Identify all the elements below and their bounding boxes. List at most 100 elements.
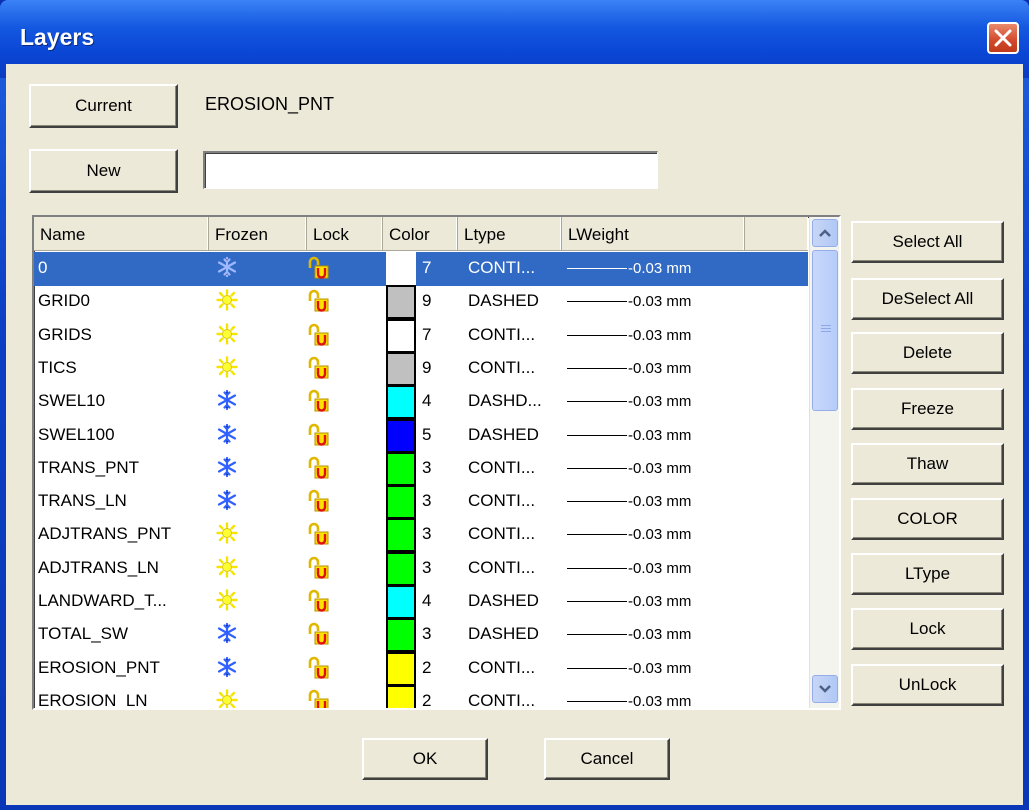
lock-toggle[interactable]: [306, 355, 332, 386]
frozen-toggle[interactable]: [216, 256, 238, 283]
layer-color-swatch[interactable]: [386, 318, 416, 353]
vertical-scrollbar[interactable]: [809, 217, 839, 708]
layer-lineweight[interactable]: -0.03 mm: [628, 293, 691, 310]
layer-linetype[interactable]: DASHED: [468, 425, 539, 445]
scroll-up-button[interactable]: [812, 219, 838, 247]
layer-linetype[interactable]: DASHED: [468, 624, 539, 644]
ltype-button[interactable]: LType: [851, 553, 1004, 595]
color-button[interactable]: COLOR: [851, 498, 1004, 540]
lock-toggle[interactable]: [306, 455, 332, 486]
layer-color-swatch[interactable]: [386, 684, 416, 708]
layer-linetype[interactable]: DASHD...: [468, 391, 542, 411]
layer-row[interactable]: 0 7 CONTI... -0.03 mm: [34, 252, 808, 286]
layer-linetype[interactable]: CONTI...: [468, 691, 535, 708]
lock-toggle[interactable]: [306, 388, 332, 419]
layer-lineweight[interactable]: -0.03 mm: [628, 327, 691, 344]
column-header-name[interactable]: Name: [34, 217, 209, 250]
frozen-toggle[interactable]: [216, 689, 238, 708]
frozen-toggle[interactable]: [216, 489, 238, 516]
frozen-toggle[interactable]: [216, 555, 238, 583]
frozen-toggle[interactable]: [216, 289, 238, 316]
layer-row[interactable]: ADJTRANS_LN 3 CONTI... -0.03 mm: [34, 551, 808, 586]
lock-toggle[interactable]: [306, 521, 332, 552]
layer-row[interactable]: SWEL100 5 DASHED -0.03 mm: [34, 418, 808, 453]
layer-linetype[interactable]: CONTI...: [468, 358, 535, 378]
frozen-toggle[interactable]: [216, 589, 238, 616]
layer-linetype[interactable]: CONTI...: [468, 325, 535, 345]
layer-lineweight[interactable]: -0.03 mm: [628, 660, 691, 677]
current-button[interactable]: Current: [29, 84, 178, 128]
layer-color-swatch[interactable]: [386, 252, 416, 286]
layer-lineweight[interactable]: -0.03 mm: [628, 560, 691, 577]
frozen-toggle[interactable]: [216, 389, 238, 416]
lock-toggle[interactable]: [306, 288, 332, 319]
layer-color-swatch[interactable]: [386, 385, 416, 420]
layer-row[interactable]: TRANS_LN 3 CONTI... -0.03 mm: [34, 485, 808, 520]
frozen-toggle[interactable]: [216, 656, 238, 683]
thaw-button[interactable]: Thaw: [851, 443, 1004, 485]
delete-button[interactable]: Delete: [851, 332, 1004, 374]
layer-row[interactable]: LANDWARD_T... 4 DASHED -0.03 mm: [34, 585, 808, 619]
layer-lineweight[interactable]: -0.03 mm: [628, 427, 691, 444]
layer-color-swatch[interactable]: [386, 285, 416, 320]
layer-row[interactable]: SWEL10 4 DASHD... -0.03 mm: [34, 385, 808, 420]
layer-linetype[interactable]: CONTI...: [468, 658, 535, 678]
scroll-thumb[interactable]: [812, 250, 838, 411]
frozen-toggle[interactable]: [216, 356, 238, 383]
layer-row[interactable]: TRANS_PNT 3 CONTI... -0.03 mm: [34, 451, 808, 486]
column-header-ltype[interactable]: Ltype: [458, 217, 562, 250]
layer-row[interactable]: TOTAL_SW 3 DASHED -0.03 mm: [34, 618, 808, 653]
layer-lineweight[interactable]: -0.03 mm: [628, 626, 691, 643]
layer-linetype[interactable]: CONTI...: [468, 558, 535, 578]
lock-toggle[interactable]: [306, 322, 332, 353]
unlock-button[interactable]: UnLock: [851, 664, 1004, 706]
new-layer-input[interactable]: [203, 151, 658, 189]
lock-toggle[interactable]: [306, 588, 332, 619]
column-header-lweight[interactable]: LWeight: [562, 217, 745, 250]
layer-linetype[interactable]: CONTI...: [468, 458, 535, 478]
layer-linetype[interactable]: DASHED: [468, 291, 539, 311]
select-all-button[interactable]: Select All: [851, 221, 1004, 263]
layer-linetype[interactable]: CONTI...: [468, 491, 535, 511]
lock-toggle[interactable]: [306, 255, 332, 286]
layer-row[interactable]: GRID0 9 DASHED -0.03 mm: [34, 285, 808, 320]
layer-lineweight[interactable]: -0.03 mm: [628, 360, 691, 377]
scroll-down-button[interactable]: [812, 675, 838, 703]
lock-toggle[interactable]: [306, 621, 332, 652]
layer-row[interactable]: EROSION_PNT 2 CONTI... -0.03 mm: [34, 651, 808, 686]
frozen-toggle[interactable]: [216, 456, 238, 483]
layer-row[interactable]: TICS 9 CONTI... -0.03 mm: [34, 351, 808, 386]
layer-color-swatch[interactable]: [386, 485, 416, 520]
frozen-toggle[interactable]: [216, 423, 238, 450]
layer-row[interactable]: EROSION_LN 2 CONTI... -0.03 mm: [34, 684, 808, 708]
layer-lineweight[interactable]: -0.03 mm: [628, 460, 691, 477]
cancel-button[interactable]: Cancel: [544, 738, 670, 780]
layer-color-swatch[interactable]: [386, 518, 416, 553]
column-header-frozen[interactable]: Frozen: [209, 217, 307, 250]
frozen-toggle[interactable]: [216, 622, 238, 649]
layer-linetype[interactable]: CONTI...: [468, 258, 535, 278]
layer-lineweight[interactable]: -0.03 mm: [628, 260, 691, 277]
layer-color-swatch[interactable]: [386, 551, 416, 586]
lock-toggle[interactable]: [306, 688, 332, 708]
ok-button[interactable]: OK: [362, 738, 488, 780]
frozen-toggle[interactable]: [216, 522, 238, 549]
layer-linetype[interactable]: CONTI...: [468, 524, 535, 544]
layer-lineweight[interactable]: -0.03 mm: [628, 393, 691, 410]
lock-toggle[interactable]: [306, 488, 332, 519]
layer-color-swatch[interactable]: [386, 451, 416, 486]
layer-color-swatch[interactable]: [386, 585, 416, 619]
lock-toggle[interactable]: [306, 655, 332, 686]
layer-color-swatch[interactable]: [386, 618, 416, 653]
layer-row[interactable]: ADJTRANS_PNT 3 CONTI... -0.03 mm: [34, 518, 808, 553]
frozen-toggle[interactable]: [216, 322, 238, 350]
close-button[interactable]: [987, 22, 1019, 54]
column-header-color[interactable]: Color: [383, 217, 458, 250]
layer-lineweight[interactable]: -0.03 mm: [628, 493, 691, 510]
freeze-button[interactable]: Freeze: [851, 388, 1004, 430]
layer-lineweight[interactable]: -0.03 mm: [628, 593, 691, 610]
layers-list[interactable]: Name Frozen Lock Color Ltype LWeight 0 7 C…: [32, 215, 841, 710]
lock-toggle[interactable]: [306, 555, 332, 586]
layer-color-swatch[interactable]: [386, 418, 416, 453]
layer-lineweight[interactable]: -0.03 mm: [628, 693, 691, 708]
